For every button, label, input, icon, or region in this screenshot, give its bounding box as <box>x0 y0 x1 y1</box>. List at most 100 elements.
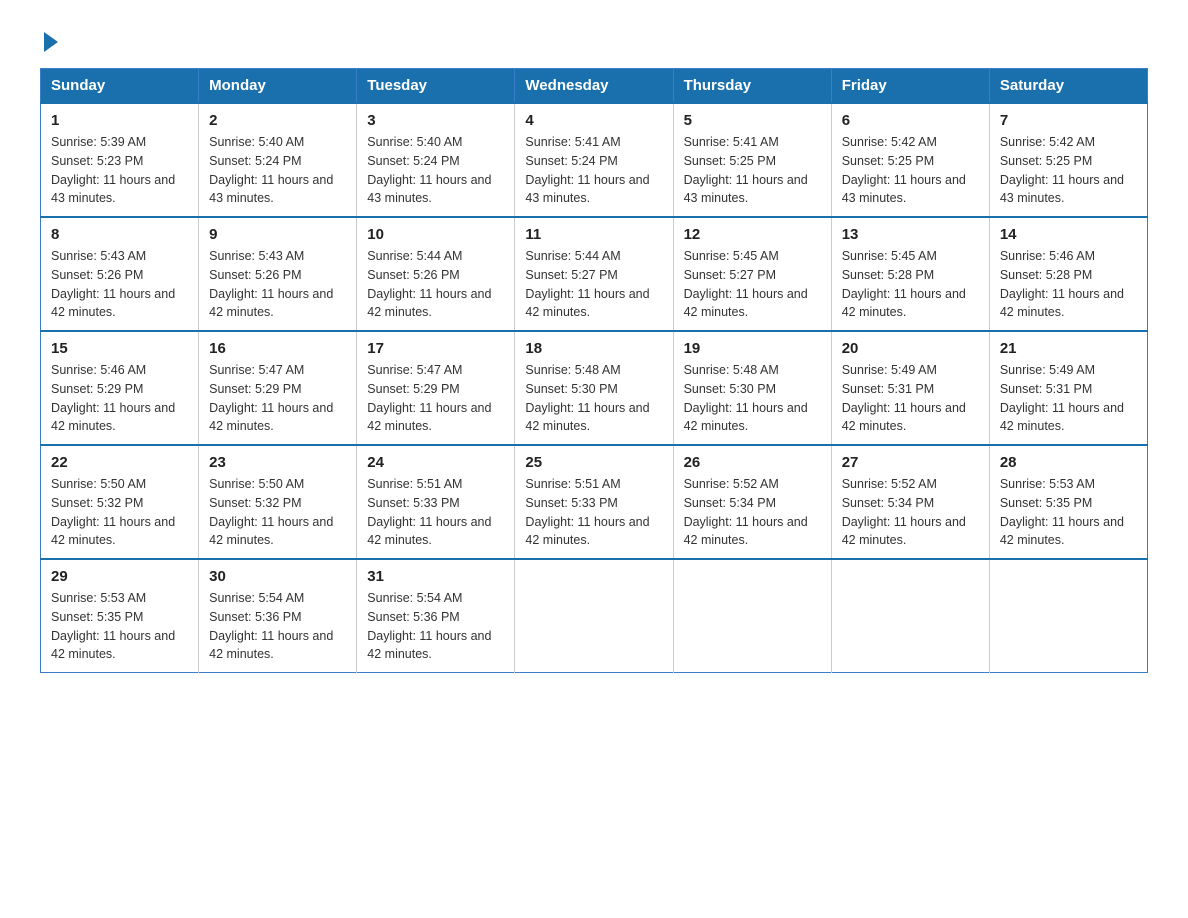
calendar-day-cell: 16 Sunrise: 5:47 AM Sunset: 5:29 PM Dayl… <box>199 331 357 445</box>
day-number: 12 <box>684 226 821 243</box>
day-info: Sunrise: 5:48 AM Sunset: 5:30 PM Dayligh… <box>525 361 662 436</box>
calendar-day-cell <box>515 559 673 673</box>
calendar-day-cell: 24 Sunrise: 5:51 AM Sunset: 5:33 PM Dayl… <box>357 445 515 559</box>
calendar-day-cell: 5 Sunrise: 5:41 AM Sunset: 5:25 PM Dayli… <box>673 103 831 217</box>
calendar-day-cell: 31 Sunrise: 5:54 AM Sunset: 5:36 PM Dayl… <box>357 559 515 673</box>
day-info: Sunrise: 5:44 AM Sunset: 5:27 PM Dayligh… <box>525 247 662 322</box>
calendar-day-cell: 22 Sunrise: 5:50 AM Sunset: 5:32 PM Dayl… <box>41 445 199 559</box>
day-info: Sunrise: 5:42 AM Sunset: 5:25 PM Dayligh… <box>1000 133 1137 208</box>
day-number: 15 <box>51 340 188 357</box>
calendar-week-row: 22 Sunrise: 5:50 AM Sunset: 5:32 PM Dayl… <box>41 445 1148 559</box>
day-number: 28 <box>1000 454 1137 471</box>
day-info: Sunrise: 5:42 AM Sunset: 5:25 PM Dayligh… <box>842 133 979 208</box>
header-wednesday: Wednesday <box>515 69 673 104</box>
day-info: Sunrise: 5:46 AM Sunset: 5:28 PM Dayligh… <box>1000 247 1137 322</box>
calendar-day-cell: 29 Sunrise: 5:53 AM Sunset: 5:35 PM Dayl… <box>41 559 199 673</box>
day-info: Sunrise: 5:50 AM Sunset: 5:32 PM Dayligh… <box>209 475 346 550</box>
calendar-day-cell: 13 Sunrise: 5:45 AM Sunset: 5:28 PM Dayl… <box>831 217 989 331</box>
calendar-week-row: 8 Sunrise: 5:43 AM Sunset: 5:26 PM Dayli… <box>41 217 1148 331</box>
day-number: 26 <box>684 454 821 471</box>
calendar-day-cell: 6 Sunrise: 5:42 AM Sunset: 5:25 PM Dayli… <box>831 103 989 217</box>
day-number: 10 <box>367 226 504 243</box>
calendar-day-cell: 12 Sunrise: 5:45 AM Sunset: 5:27 PM Dayl… <box>673 217 831 331</box>
day-number: 14 <box>1000 226 1137 243</box>
day-number: 16 <box>209 340 346 357</box>
day-info: Sunrise: 5:51 AM Sunset: 5:33 PM Dayligh… <box>525 475 662 550</box>
calendar-body: 1 Sunrise: 5:39 AM Sunset: 5:23 PM Dayli… <box>41 103 1148 673</box>
calendar-day-cell: 3 Sunrise: 5:40 AM Sunset: 5:24 PM Dayli… <box>357 103 515 217</box>
day-info: Sunrise: 5:41 AM Sunset: 5:24 PM Dayligh… <box>525 133 662 208</box>
day-info: Sunrise: 5:53 AM Sunset: 5:35 PM Dayligh… <box>1000 475 1137 550</box>
day-info: Sunrise: 5:47 AM Sunset: 5:29 PM Dayligh… <box>209 361 346 436</box>
day-info: Sunrise: 5:49 AM Sunset: 5:31 PM Dayligh… <box>842 361 979 436</box>
day-number: 2 <box>209 112 346 129</box>
calendar-day-cell: 27 Sunrise: 5:52 AM Sunset: 5:34 PM Dayl… <box>831 445 989 559</box>
day-info: Sunrise: 5:52 AM Sunset: 5:34 PM Dayligh… <box>684 475 821 550</box>
day-number: 6 <box>842 112 979 129</box>
day-number: 24 <box>367 454 504 471</box>
weekday-header-row: Sunday Monday Tuesday Wednesday Thursday… <box>41 69 1148 104</box>
logo <box>40 30 58 52</box>
day-number: 31 <box>367 568 504 585</box>
calendar-day-cell: 20 Sunrise: 5:49 AM Sunset: 5:31 PM Dayl… <box>831 331 989 445</box>
day-info: Sunrise: 5:53 AM Sunset: 5:35 PM Dayligh… <box>51 589 188 664</box>
day-number: 20 <box>842 340 979 357</box>
day-number: 11 <box>525 226 662 243</box>
day-number: 8 <box>51 226 188 243</box>
day-info: Sunrise: 5:51 AM Sunset: 5:33 PM Dayligh… <box>367 475 504 550</box>
calendar-day-cell: 17 Sunrise: 5:47 AM Sunset: 5:29 PM Dayl… <box>357 331 515 445</box>
day-number: 4 <box>525 112 662 129</box>
page-header <box>40 30 1148 52</box>
day-info: Sunrise: 5:39 AM Sunset: 5:23 PM Dayligh… <box>51 133 188 208</box>
day-info: Sunrise: 5:52 AM Sunset: 5:34 PM Dayligh… <box>842 475 979 550</box>
day-info: Sunrise: 5:43 AM Sunset: 5:26 PM Dayligh… <box>51 247 188 322</box>
calendar-day-cell: 1 Sunrise: 5:39 AM Sunset: 5:23 PM Dayli… <box>41 103 199 217</box>
day-number: 9 <box>209 226 346 243</box>
header-thursday: Thursday <box>673 69 831 104</box>
calendar-day-cell: 14 Sunrise: 5:46 AM Sunset: 5:28 PM Dayl… <box>989 217 1147 331</box>
day-info: Sunrise: 5:46 AM Sunset: 5:29 PM Dayligh… <box>51 361 188 436</box>
day-info: Sunrise: 5:48 AM Sunset: 5:30 PM Dayligh… <box>684 361 821 436</box>
calendar-day-cell <box>831 559 989 673</box>
day-info: Sunrise: 5:45 AM Sunset: 5:28 PM Dayligh… <box>842 247 979 322</box>
day-number: 29 <box>51 568 188 585</box>
day-number: 3 <box>367 112 504 129</box>
calendar-day-cell: 25 Sunrise: 5:51 AM Sunset: 5:33 PM Dayl… <box>515 445 673 559</box>
header-sunday: Sunday <box>41 69 199 104</box>
day-number: 21 <box>1000 340 1137 357</box>
calendar-day-cell: 15 Sunrise: 5:46 AM Sunset: 5:29 PM Dayl… <box>41 331 199 445</box>
calendar-day-cell: 9 Sunrise: 5:43 AM Sunset: 5:26 PM Dayli… <box>199 217 357 331</box>
logo-triangle-icon <box>44 32 58 52</box>
day-number: 5 <box>684 112 821 129</box>
day-info: Sunrise: 5:44 AM Sunset: 5:26 PM Dayligh… <box>367 247 504 322</box>
day-number: 30 <box>209 568 346 585</box>
calendar-day-cell: 26 Sunrise: 5:52 AM Sunset: 5:34 PM Dayl… <box>673 445 831 559</box>
calendar-day-cell <box>673 559 831 673</box>
day-number: 18 <box>525 340 662 357</box>
calendar-day-cell <box>989 559 1147 673</box>
calendar-day-cell: 23 Sunrise: 5:50 AM Sunset: 5:32 PM Dayl… <box>199 445 357 559</box>
calendar-table: Sunday Monday Tuesday Wednesday Thursday… <box>40 68 1148 673</box>
header-friday: Friday <box>831 69 989 104</box>
day-number: 19 <box>684 340 821 357</box>
day-info: Sunrise: 5:50 AM Sunset: 5:32 PM Dayligh… <box>51 475 188 550</box>
header-tuesday: Tuesday <box>357 69 515 104</box>
calendar-day-cell: 8 Sunrise: 5:43 AM Sunset: 5:26 PM Dayli… <box>41 217 199 331</box>
day-number: 17 <box>367 340 504 357</box>
header-saturday: Saturday <box>989 69 1147 104</box>
day-info: Sunrise: 5:43 AM Sunset: 5:26 PM Dayligh… <box>209 247 346 322</box>
calendar-day-cell: 11 Sunrise: 5:44 AM Sunset: 5:27 PM Dayl… <box>515 217 673 331</box>
calendar-day-cell: 18 Sunrise: 5:48 AM Sunset: 5:30 PM Dayl… <box>515 331 673 445</box>
header-monday: Monday <box>199 69 357 104</box>
day-number: 25 <box>525 454 662 471</box>
day-number: 13 <box>842 226 979 243</box>
day-info: Sunrise: 5:40 AM Sunset: 5:24 PM Dayligh… <box>209 133 346 208</box>
calendar-day-cell: 2 Sunrise: 5:40 AM Sunset: 5:24 PM Dayli… <box>199 103 357 217</box>
day-info: Sunrise: 5:41 AM Sunset: 5:25 PM Dayligh… <box>684 133 821 208</box>
calendar-day-cell: 28 Sunrise: 5:53 AM Sunset: 5:35 PM Dayl… <box>989 445 1147 559</box>
day-info: Sunrise: 5:40 AM Sunset: 5:24 PM Dayligh… <box>367 133 504 208</box>
day-info: Sunrise: 5:54 AM Sunset: 5:36 PM Dayligh… <box>367 589 504 664</box>
day-info: Sunrise: 5:49 AM Sunset: 5:31 PM Dayligh… <box>1000 361 1137 436</box>
day-info: Sunrise: 5:47 AM Sunset: 5:29 PM Dayligh… <box>367 361 504 436</box>
calendar-day-cell: 21 Sunrise: 5:49 AM Sunset: 5:31 PM Dayl… <box>989 331 1147 445</box>
